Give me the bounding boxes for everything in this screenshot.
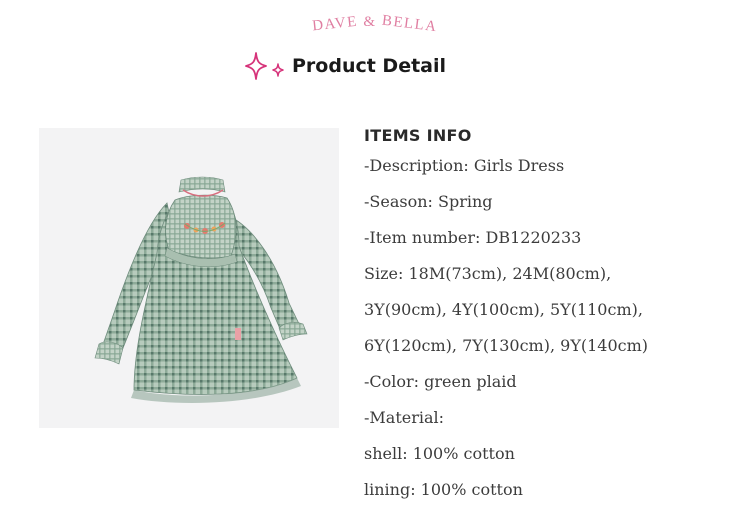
info-material-label: -Material:: [364, 408, 445, 427]
sparkle-icon: [245, 52, 284, 80]
info-season: -Season: Spring: [364, 192, 493, 211]
items-info-list: -Description: Girls Dress -Season: Sprin…: [364, 148, 744, 508]
info-description: -Description: Girls Dress: [364, 156, 565, 175]
brand-logo: DAVE & BELLA: [0, 13, 750, 36]
items-info: ITEMS INFO -Description: Girls Dress -Se…: [364, 124, 744, 508]
section-header: Product Detail: [240, 49, 446, 83]
brand-ampersand: &: [363, 14, 377, 30]
info-size-line-2: 3Y(90cm), 4Y(100cm), 5Y(110cm),: [364, 300, 643, 319]
page-title: Product Detail: [292, 55, 447, 77]
info-item-number: -Item number: DB1220233: [364, 228, 582, 247]
info-size-line-3: 6Y(120cm), 7Y(130cm), 9Y(140cm): [364, 336, 649, 355]
info-material-lining: lining: 100% cotton: [364, 480, 523, 499]
brand-word-1: DAVE: [311, 13, 359, 35]
info-material-shell: shell: 100% cotton: [364, 444, 515, 463]
items-info-heading: ITEMS INFO: [364, 126, 472, 145]
product-image: [39, 128, 339, 428]
dress-illustration: [94, 176, 308, 403]
brand-word-2: BELLA: [380, 12, 439, 36]
info-color: -Color: green plaid: [364, 372, 517, 391]
info-size-line-1: Size: 18M(73cm), 24M(80cm),: [364, 264, 612, 283]
